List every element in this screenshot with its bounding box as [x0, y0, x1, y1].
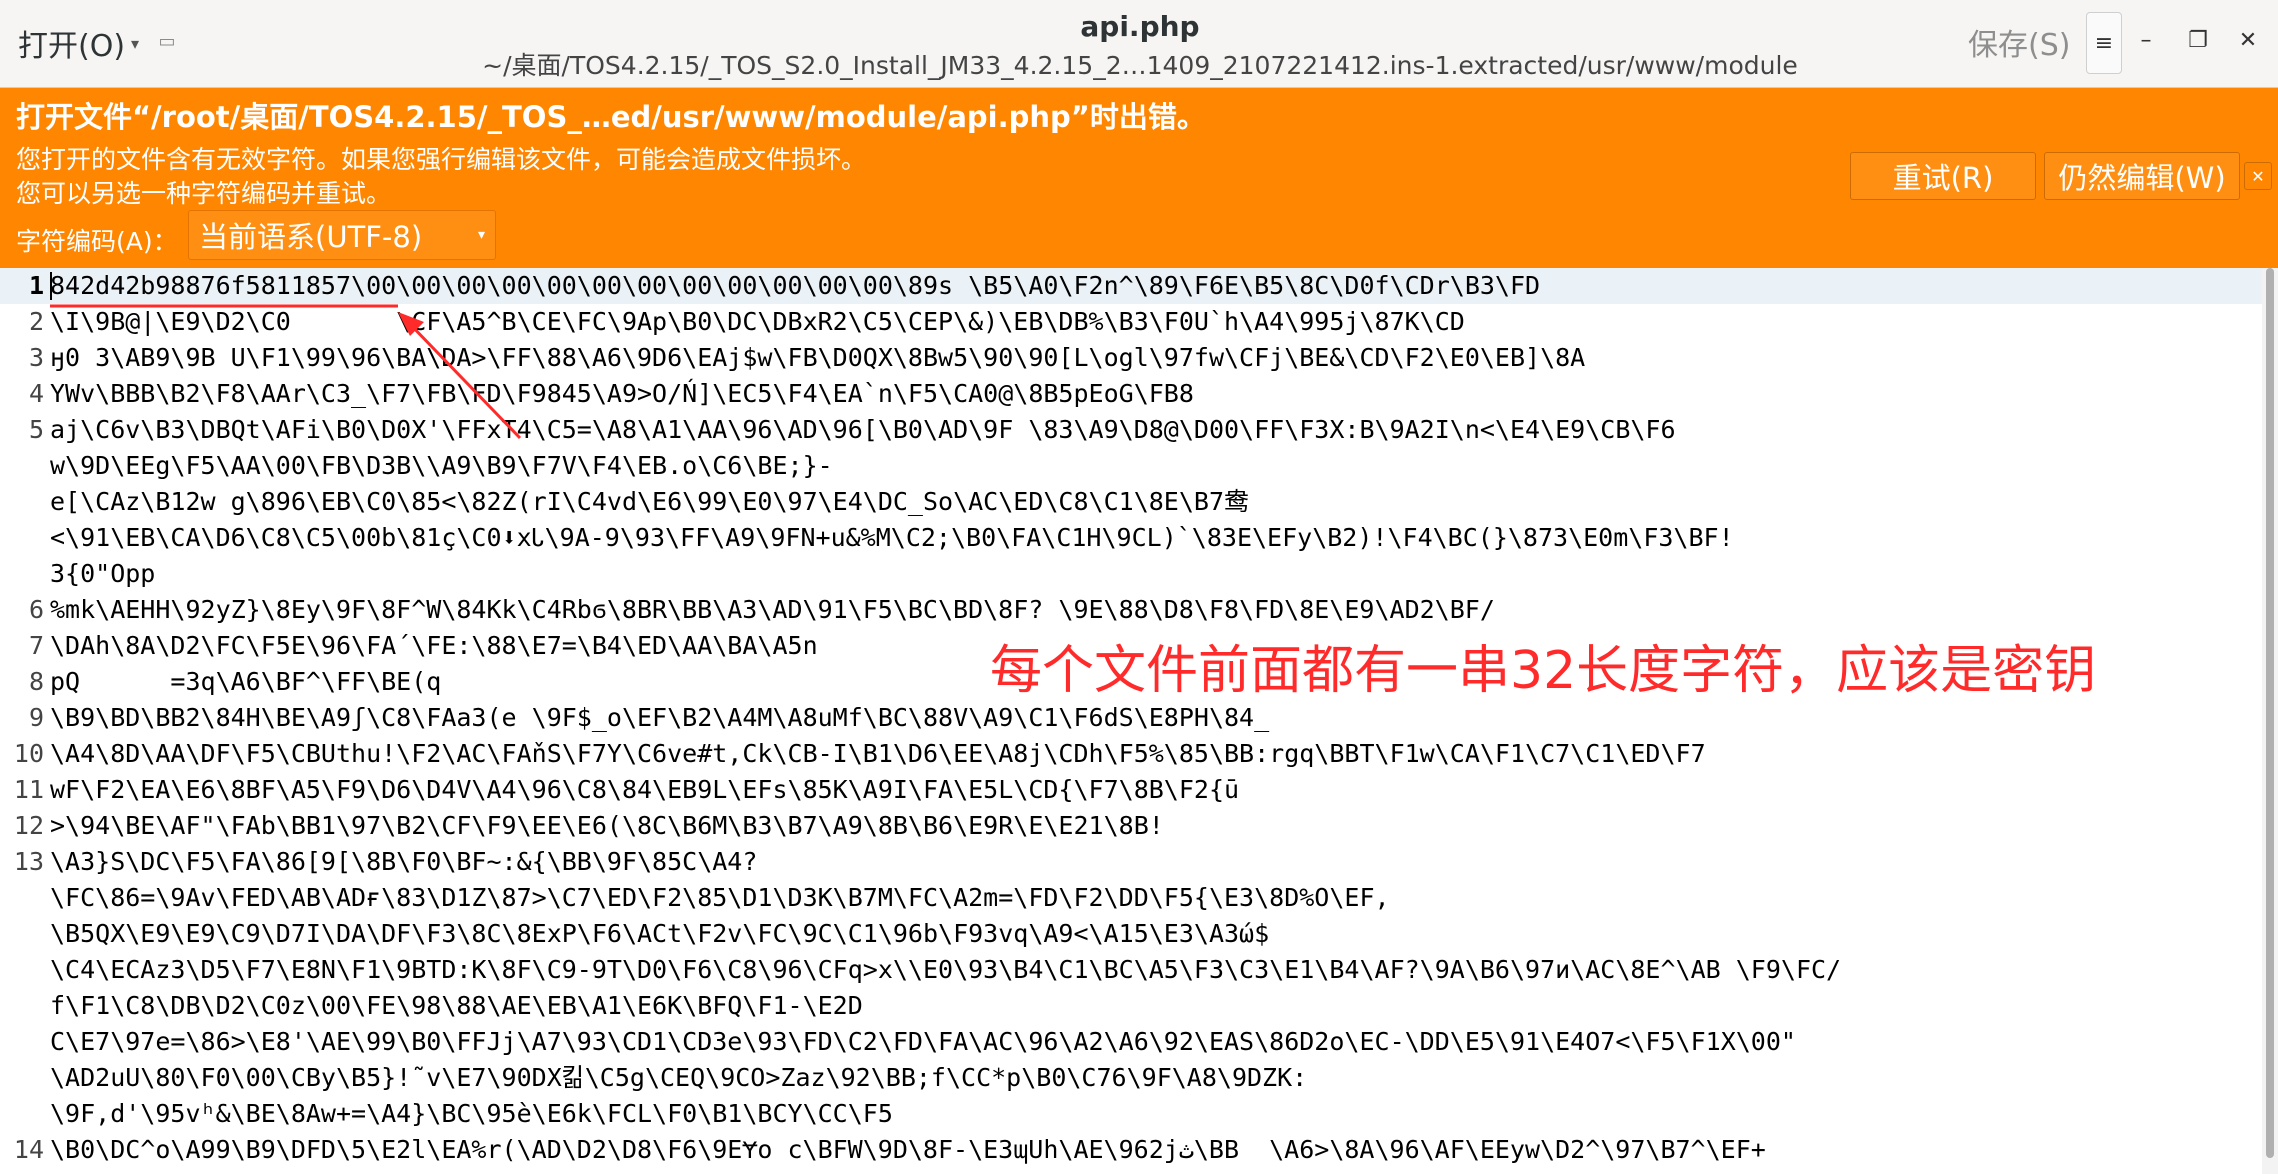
- line-number: 3: [28, 343, 44, 372]
- encoding-select[interactable]: 当前语系(UTF-8) ▾: [188, 210, 496, 260]
- line-text[interactable]: \A3}S\DC\F5\FA\86[9[\8B\F0\BF~:&{\BB\9F\…: [50, 844, 2256, 880]
- document-title: api.php: [1080, 10, 1200, 43]
- line-text[interactable]: wF\F2\EA\E6\8BF\A5\F9\D6\D4V\A4\96\C8\84…: [50, 772, 2256, 808]
- text-line[interactable]: \9F,d'\95vʰ&\BE\8Aw+=\A4}\BC\95è\E6k\FCL…: [0, 1096, 2262, 1132]
- vertical-scrollbar[interactable]: [2262, 268, 2278, 1174]
- new-document-icon[interactable]: ▭: [154, 26, 180, 56]
- text-line[interactable]: 3 ӈ0 3\AB9\9B U\F1\99\96\BA\DA>\FF\88\A6\…: [0, 340, 2262, 376]
- line-text[interactable]: e[\CAz\B12w g\896\EB\C0\85<\82Z(rI\C4vd\…: [50, 484, 2256, 520]
- text-line[interactable]: \FC\86=\9Av\FED\AB\ADғ\83\D1Z\87>\C7\ED\…: [0, 880, 2262, 916]
- line-text[interactable]: 3{0"Opp: [50, 556, 2256, 592]
- annotation-text: 每个文件前面都有一串32长度字符，应该是密钥: [990, 641, 2097, 701]
- line-text[interactable]: >\94\BE\AF"\FAb\BB1\97\B2\CF\F9\EE\E6(\8…: [50, 808, 2256, 844]
- line-number: 5: [28, 415, 44, 444]
- open-button-label: 打开(O): [18, 29, 126, 64]
- text-line[interactable]: f\F1\C8\DB\D2\C0z\00\FE\98\88\AE\EB\A1\E…: [0, 988, 2262, 1024]
- line-text[interactable]: \B5QX\E9\E9\C9\D7I\DA\DF\F3\8C\8ExP\F6\A…: [50, 916, 2256, 952]
- line-text[interactable]: \A4\8D\AA\DF\F5\CBUthu!\F2\AC\FAňS\F7Y\C…: [50, 736, 2256, 772]
- text-line[interactable]: 11 wF\F2\EA\E6\8BF\A5\F9\D6\D4V\A4\96\C8\…: [0, 772, 2262, 808]
- save-button[interactable]: 保存(S): [1968, 20, 2070, 64]
- text-editor[interactable]: 1 842d42b98876f5811857\00\00\00\00\00\00\…: [0, 268, 2278, 1174]
- line-text[interactable]: \9F,d'\95vʰ&\BE\8Aw+=\A4}\BC\95è\E6k\FCL…: [50, 1096, 2256, 1132]
- title-bar: 打开(O) ▾ ▭ api.php ~/桌面/TOS4.2.15/_TOS_S2…: [0, 0, 2278, 88]
- current-line[interactable]: 1 842d42b98876f5811857\00\00\00\00\00\00\…: [0, 268, 2262, 304]
- line-text[interactable]: 842d42b98876f5811857\00\00\00\00\00\00\0…: [50, 268, 2256, 304]
- text-line[interactable]: C\E7\97e=\86>\E8'\AE\99\B0\FFJj\A7\93\CD…: [0, 1024, 2262, 1060]
- text-line[interactable]: <\91\EB\CA\D6\C8\C5\00b\81ç\C0⬇xᏓ\9A-9\9…: [0, 520, 2262, 556]
- edit-anyway-button[interactable]: 仍然编辑(W): [2044, 152, 2240, 200]
- encoding-error-infobar: 打开文件“/root/桌面/TOS4.2.15/_TOS_…ed/usr/www…: [0, 88, 2278, 268]
- error-hint: 您可以另选一种字符编码并重试。: [16, 179, 392, 208]
- line-text[interactable]: \I\9B@|\E9\D2\C0 \CF\A5^B\CE\FC\9Ap\B0\D…: [50, 304, 2256, 340]
- open-button[interactable]: 打开(O) ▾: [8, 10, 148, 76]
- text-line[interactable]: 5 aj\C6v\B3\DBQt\AFi\B0\D0X'\FFxT4\C5=\A8…: [0, 412, 2262, 448]
- line-text[interactable]: \FC\86=\9Av\FED\AB\ADғ\83\D1Z\87>\C7\ED\…: [50, 880, 2256, 916]
- line-number: 9: [28, 703, 44, 732]
- line-text[interactable]: \C4\ECAz3\D5\F7\E8N\F1\9BTD:K\8F\C9-9T\D…: [50, 952, 2256, 988]
- line-number: 7: [28, 631, 44, 660]
- line-text[interactable]: C\E7\97e=\86>\E8'\AE\99\B0\FFJj\A7\93\CD…: [50, 1024, 2256, 1060]
- line-number: 10: [13, 739, 44, 768]
- text-line[interactable]: \C4\ECAz3\D5\F7\E8N\F1\9BTD:K\8F\C9-9T\D…: [0, 952, 2262, 988]
- retry-button[interactable]: 重试(R): [1850, 152, 2036, 200]
- chevron-down-icon: ▾: [477, 227, 485, 243]
- line-number: 6: [28, 595, 44, 624]
- line-number: 11: [13, 775, 44, 804]
- line-text[interactable]: w\9D\EEg\F5\AA\00\FB\D3B\\A9\B9\F7V\F4\E…: [50, 448, 2256, 484]
- line-text[interactable]: \B9\BD\BB2\84H\BE\A9ʃ\C8\FAa3(e \9F$_o\E…: [50, 700, 2256, 736]
- close-icon[interactable]: ✕: [2244, 162, 2272, 190]
- text-line[interactable]: 4 YWv\BBB\B2\F8\AAr\C3_\F7\FB\FD\F9845\A9…: [0, 376, 2262, 412]
- line-text[interactable]: %mk\AEHH\92yZ}\8Ey\9F\8F^W\84Kk\C4Rbϭ\8B…: [50, 592, 2256, 628]
- hamburger-icon[interactable]: ≡: [2086, 12, 2122, 74]
- chevron-down-icon: ▾: [131, 33, 140, 53]
- text-line[interactable]: 9 \B9\BD\BB2\84H\BE\A9ʃ\C8\FAa3(e \9F$_o\…: [0, 700, 2262, 736]
- text-line[interactable]: \AD2uU\80\F0\00\CBy\B5}!˜v\E7\90DX킮\C5g\…: [0, 1060, 2262, 1096]
- line-number: 1: [28, 271, 44, 300]
- text-line[interactable]: 12 >\94\BE\AF"\FAb\BB1\97\B2\CF\F9\EE\E6(…: [0, 808, 2262, 844]
- line-text[interactable]: aj\C6v\B3\DBQt\AFi\B0\D0X'\FFxT4\C5=\A8\…: [50, 412, 2256, 448]
- line-text[interactable]: \AD2uU\80\F0\00\CBy\B5}!˜v\E7\90DX킮\C5g\…: [50, 1060, 2256, 1096]
- text-cursor: [50, 272, 52, 300]
- line-number: 14: [13, 1135, 44, 1164]
- line-number: 13: [13, 847, 44, 876]
- minimize-icon[interactable]: –: [2124, 18, 2168, 62]
- text-line[interactable]: e[\CAz\B12w g\896\EB\C0\85<\82Z(rI\C4vd\…: [0, 484, 2262, 520]
- text-line[interactable]: \B5QX\E9\E9\C9\D7I\DA\DF\F3\8C\8ExP\F6\A…: [0, 916, 2262, 952]
- encoding-label: 字符编码(A)：: [16, 227, 178, 256]
- text-line[interactable]: 6 %mk\AEHH\92yZ}\8Ey\9F\8F^W\84Kk\C4Rbϭ\8…: [0, 592, 2262, 628]
- line-number: 4: [28, 379, 44, 408]
- encoding-selected-value: 当前语系(UTF-8): [199, 220, 423, 254]
- maximize-icon[interactable]: ❐: [2176, 18, 2220, 62]
- document-path: ~/桌面/TOS4.2.15/_TOS_S2.0_Install_JM33_4.…: [482, 51, 1798, 80]
- line-text[interactable]: ӈ0 3\AB9\9B U\F1\99\96\BA\DA>\FF\88\A6\9…: [50, 340, 2256, 376]
- text-line[interactable]: 14 \B0\DC^o\A99\B9\DFD\5\E2l\EA%r(\AD\D2\…: [0, 1132, 2262, 1168]
- scrollbar-thumb[interactable]: [2266, 268, 2274, 1158]
- text-line[interactable]: w\9D\EEg\F5\AA\00\FB\D3B\\A9\B9\F7V\F4\E…: [0, 448, 2262, 484]
- text-line[interactable]: 2 \I\9B@|\E9\D2\C0 \CF\A5^B\CE\FC\9Ap\B0\…: [0, 304, 2262, 340]
- close-icon[interactable]: ✕: [2226, 18, 2270, 62]
- line-text[interactable]: <\91\EB\CA\D6\C8\C5\00b\81ç\C0⬇xᏓ\9A-9\9…: [50, 520, 2256, 556]
- text-line[interactable]: 10 \A4\8D\AA\DF\F5\CBUthu!\F2\AC\FAňS\F7Y…: [0, 736, 2262, 772]
- error-heading: 打开文件“/root/桌面/TOS4.2.15/_TOS_…ed/usr/www…: [16, 100, 1206, 134]
- line-number: 12: [13, 811, 44, 840]
- line-number: 2: [28, 307, 44, 336]
- line-number: 8: [28, 667, 44, 696]
- text-line[interactable]: 3{0"Opp: [0, 556, 2262, 592]
- line-text[interactable]: YWv\BBB\B2\F8\AAr\C3_\F7\FB\FD\F9845\A9>…: [50, 376, 2256, 412]
- line-text[interactable]: f\F1\C8\DB\D2\C0z\00\FE\98\88\AE\EB\A1\E…: [50, 988, 2256, 1024]
- error-message: 您打开的文件含有无效字符。如果您强行编辑该文件，可能会造成文件损坏。: [16, 145, 867, 174]
- line-text[interactable]: \B0\DC^o\A99\B9\DFD\5\E2l\EA%r(\AD\D2\D8…: [50, 1132, 2256, 1168]
- text-line[interactable]: 13 \A3}S\DC\F5\FA\86[9[\8B\F0\BF~:&{\BB\9…: [0, 844, 2262, 880]
